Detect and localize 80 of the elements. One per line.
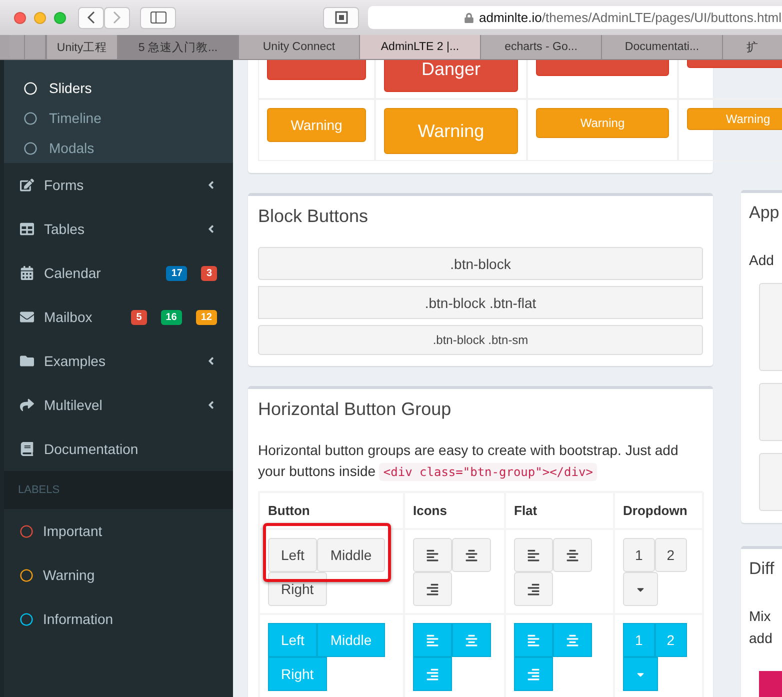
submenu-item[interactable]: Sliders (4, 73, 233, 103)
align-left-icon (426, 634, 439, 646)
card-text: add (749, 629, 774, 648)
reader-button[interactable] (323, 6, 359, 28)
browser-tab[interactable]: Unity Connect (238, 35, 359, 59)
align-right-icon (527, 582, 540, 596)
menu-item[interactable]: Examples (4, 339, 233, 383)
menu-item[interactable]: Tables (4, 207, 233, 251)
chevron-right-icon (113, 11, 121, 24)
share-arrow-icon (20, 398, 34, 412)
block-button[interactable]: .btn-block .btn-sm (258, 325, 703, 355)
label-item[interactable]: Important (4, 509, 233, 553)
calendar-icon (20, 266, 34, 280)
count-badge: 3 (201, 266, 217, 280)
align-right-icon (426, 582, 439, 596)
card-title: Horizontal Button Group (258, 399, 452, 420)
group-button[interactable]: Middle (317, 538, 385, 572)
folder-icon (20, 354, 34, 368)
count-badge: 12 (196, 310, 217, 324)
card-text: Add (749, 251, 775, 270)
card-text: Mix (749, 607, 772, 626)
address-field[interactable]: adminlte.io/themes/AdminLTE/pages/UI/buttons.html (368, 6, 782, 29)
label-item[interactable]: Warning (4, 553, 233, 597)
edit-icon (20, 178, 34, 192)
count-badge: 16 (160, 310, 182, 324)
back-button[interactable] (78, 6, 104, 28)
browser-tab[interactable]: Unity工程 (46, 35, 117, 59)
book-icon (20, 442, 34, 456)
card-title: Block Buttons (258, 206, 370, 227)
menu-item[interactable]: Calendar 17 3 (4, 251, 233, 295)
align-center-icon (465, 634, 478, 646)
menu-item[interactable]: Multilevel (4, 383, 233, 427)
count-badge: 5 (131, 310, 147, 324)
align-left-icon (527, 634, 540, 646)
square-icon (334, 11, 348, 24)
browser-tab[interactable]: Documentati... (601, 35, 722, 59)
menu-item[interactable]: Documentation (4, 427, 233, 471)
submenu-item[interactable]: Modals (4, 133, 233, 163)
sidebar-icon (150, 11, 166, 24)
menu-item[interactable]: Mailbox 5 16 12 (4, 295, 233, 339)
group-button[interactable]: 2 (654, 538, 687, 572)
lock-icon (464, 12, 474, 22)
description-text: Horizontal button groups are easy to create with bootstrap. Just add your buttons inside <div class="btn-group"></div> (258, 441, 680, 483)
section-header: LABELS (4, 471, 233, 509)
group-button[interactable]: 1 (623, 538, 655, 572)
submenu-item[interactable]: Timeline (4, 103, 233, 133)
count-badge: 17 (166, 266, 188, 280)
group-button[interactable]: Right (268, 572, 327, 606)
align-left-icon (527, 548, 540, 562)
column-header: Icons (404, 492, 505, 529)
column-header: Button (259, 492, 404, 529)
close-icon[interactable] (14, 12, 26, 24)
browser-tab[interactable]: echarts - Go... (480, 35, 601, 59)
chevron-left-icon (87, 11, 95, 24)
group-button[interactable]: Left (268, 538, 318, 572)
align-center-icon (465, 548, 478, 562)
align-right-icon (527, 668, 540, 680)
danger-button[interactable]: Danger (384, 60, 518, 92)
maximize-icon[interactable] (54, 12, 66, 24)
sidebar-button[interactable] (140, 6, 176, 28)
browser-tab[interactable]: 5 急速入门教... (117, 35, 238, 59)
label-item[interactable]: Information (4, 597, 233, 641)
dropdown-toggle-button[interactable] (623, 657, 658, 691)
browser-tab[interactable]: 扩 (722, 35, 782, 59)
column-header: Flat (505, 492, 614, 529)
envelope-icon (20, 310, 34, 324)
card-title: Diff (749, 559, 776, 579)
align-left-icon (426, 548, 439, 562)
browser-tab[interactable]: AdminLTE 2 |... (359, 35, 480, 59)
minimize-icon[interactable] (34, 12, 46, 24)
menu-item[interactable]: Forms (4, 163, 233, 207)
align-center-icon (566, 548, 579, 562)
align-right-icon (426, 668, 439, 680)
table-icon (20, 222, 34, 236)
block-button[interactable]: .btn-block .btn-flat (258, 286, 703, 319)
pinned-tab[interactable] (24, 35, 46, 59)
column-header: Dropdown (614, 492, 704, 529)
block-button[interactable]: .btn-block (258, 247, 703, 280)
card-title: App (749, 203, 780, 223)
align-center-icon (566, 634, 579, 646)
